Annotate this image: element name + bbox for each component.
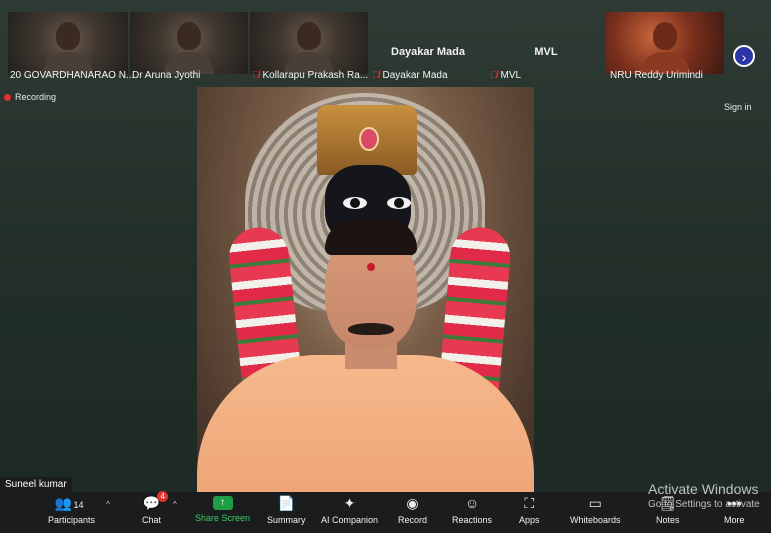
recording-indicator[interactable]: Recording xyxy=(4,92,56,102)
share-screen-icon: ↑ xyxy=(212,496,233,510)
participant-tile[interactable] xyxy=(606,12,724,74)
chat-options-caret-icon[interactable]: ^ xyxy=(173,500,177,509)
apps-icon: ⛶ xyxy=(524,495,535,511)
active-speaker-name: Suneel kumar xyxy=(0,477,72,492)
record-icon: ◉ xyxy=(406,495,419,511)
sparkle-icon: ✦ xyxy=(343,495,356,511)
participant-name: NRU Reddy Urimindi xyxy=(610,70,703,81)
mic-muted-icon: 🎙̸ xyxy=(252,70,260,81)
participant-avatar xyxy=(56,22,80,50)
record-button[interactable]: ◉ Record xyxy=(398,494,427,525)
participant-name: 🎙̸ Dayakar Mada xyxy=(372,70,448,81)
sign-in-link[interactable]: Sign in xyxy=(724,102,752,112)
participant-avatar xyxy=(297,22,321,50)
participant-name: 🎙̸ MVL xyxy=(490,70,522,81)
participant-tile[interactable] xyxy=(8,12,128,74)
windows-activation-watermark: Activate Windows Go to Settings to activ… xyxy=(648,481,760,510)
next-page-chevron-icon[interactable]: › xyxy=(733,45,755,67)
mic-muted-icon: 🎙̸ xyxy=(490,70,498,81)
participant-display-name: Dayakar Mada xyxy=(391,46,465,58)
participant-tile[interactable]: Dayakar Mada xyxy=(370,12,486,74)
chat-unread-badge: 4 xyxy=(157,491,169,502)
participant-tile[interactable] xyxy=(130,12,248,74)
whiteboards-button[interactable]: ▭ Whiteboards xyxy=(570,494,621,525)
participant-name: 20 GOVARDHANARAO N... xyxy=(10,70,135,81)
chat-button[interactable]: 💬 4 Chat xyxy=(142,491,169,525)
participant-display-name: MVL xyxy=(534,46,558,58)
summary-icon: 📄 xyxy=(277,495,295,511)
participant-name: 🎙̸ Kollarapu Prakash Ra... xyxy=(252,70,369,81)
participants-options-caret-icon[interactable]: ^ xyxy=(106,500,110,509)
mic-muted-icon: 🎙̸ xyxy=(372,70,380,81)
participant-tile[interactable] xyxy=(250,12,368,74)
reactions-button[interactable]: ☺ Reactions xyxy=(452,494,492,525)
summary-button[interactable]: 📄 Summary xyxy=(267,494,306,525)
active-speaker-video[interactable] xyxy=(197,87,534,495)
recording-dot-icon xyxy=(4,93,11,101)
participants-button[interactable]: 👥 14 Participants xyxy=(48,494,95,525)
chat-icon: 💬 4 xyxy=(143,491,169,512)
participant-avatar xyxy=(177,22,201,50)
participant-strip: 20 GOVARDHANARAO N... Dr Aruna Jyothi 🎙̸… xyxy=(0,0,771,86)
apps-button[interactable]: ⛶ Apps xyxy=(519,494,540,525)
participant-tile[interactable]: MVL xyxy=(488,12,604,74)
participants-icon: 👥 14 xyxy=(54,495,84,511)
participant-avatar xyxy=(653,22,677,50)
share-screen-button[interactable]: ↑ Share Screen xyxy=(195,494,250,523)
participant-name: Dr Aruna Jyothi xyxy=(132,70,201,81)
ai-companion-button[interactable]: ✦ AI Companion xyxy=(321,494,378,525)
whiteboard-icon: ▭ xyxy=(588,495,602,511)
smiley-icon: ☺ xyxy=(464,495,480,511)
